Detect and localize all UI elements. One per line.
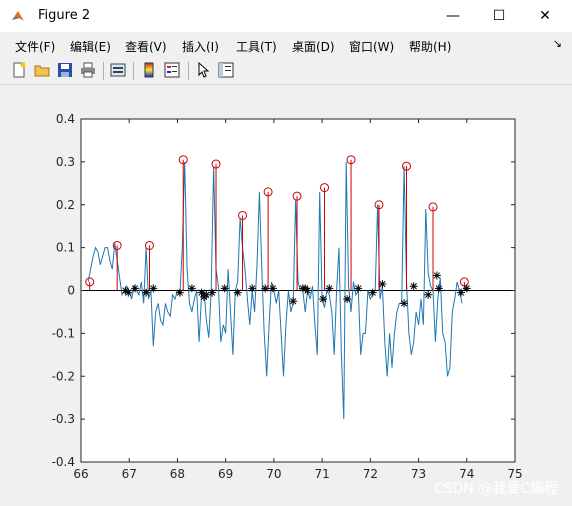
legend-icon[interactable] — [164, 62, 180, 78]
x-tick-label: 73 — [411, 467, 426, 481]
x-tick-label: 69 — [218, 467, 233, 481]
valley-marker — [354, 284, 363, 293]
minimize-button[interactable]: — — [430, 0, 476, 32]
menu-desktop[interactable]: 桌面(D) — [292, 38, 335, 55]
pointer-icon[interactable] — [196, 62, 212, 78]
figure-window: Figure 2 — ☐ ✕ 文件(F) 编辑(E) 查看(V) 插入(I) 工… — [0, 0, 572, 506]
toolbar-separator — [133, 62, 134, 80]
valley-marker — [325, 284, 334, 293]
y-tick-label: -0.1 — [52, 326, 75, 340]
maximize-icon: ☐ — [492, 8, 506, 24]
property-editor-icon[interactable] — [218, 62, 234, 78]
print-icon[interactable] — [80, 62, 96, 78]
toolbar-separator — [188, 62, 189, 80]
valley-marker — [261, 284, 270, 293]
watermark: CSDN @我爱C编程 — [433, 481, 558, 497]
x-tick-label: 66 — [73, 467, 88, 481]
menu-bar: 文件(F) 编辑(E) 查看(V) 插入(I) 工具(T) 桌面(D) 窗口(W… — [0, 33, 572, 57]
open-file-icon[interactable] — [34, 62, 50, 78]
x-tick-label: 70 — [266, 467, 281, 481]
y-tick-label: 0.3 — [56, 155, 75, 169]
valley-marker — [400, 299, 409, 308]
valley-marker — [368, 288, 377, 297]
close-button[interactable]: ✕ — [522, 0, 568, 32]
menu-help[interactable]: 帮助(H) — [409, 38, 451, 55]
valley-marker — [289, 297, 298, 306]
maximize-button[interactable]: ☐ — [476, 0, 522, 32]
menu-view[interactable]: 查看(V) — [125, 38, 167, 55]
valley-marker — [208, 288, 217, 297]
y-tick-label: 0.2 — [56, 198, 75, 212]
menu-edit[interactable]: 编辑(E) — [70, 38, 111, 55]
valley-marker — [456, 288, 465, 297]
matlab-logo-icon — [12, 11, 24, 21]
valley-marker — [434, 284, 443, 293]
menu-insert[interactable]: 插入(I) — [182, 38, 219, 55]
valley-marker — [319, 295, 328, 304]
menu-tools[interactable]: 工具(T) — [236, 38, 277, 55]
valley-marker — [432, 271, 441, 280]
x-tick-label: 67 — [122, 467, 137, 481]
y-tick-label: 0.1 — [56, 241, 75, 255]
valley-marker — [220, 284, 229, 293]
toolbar-separator — [103, 62, 104, 80]
menu-overflow-icon[interactable]: ↘ — [553, 37, 562, 50]
close-icon: ✕ — [539, 8, 551, 24]
print-preview-icon[interactable] — [110, 62, 126, 78]
figure-canvas[interactable]: 66 67 68 69 70 71 72 73 74 75 -0.4 -0.3 -0.2 -0.1 0 0.1… — [8, 86, 572, 506]
x-tick-label: 71 — [314, 467, 329, 481]
x-tick-label: 72 — [363, 467, 378, 481]
figure-toolbar — [0, 58, 572, 85]
menu-file[interactable]: 文件(F) — [15, 38, 55, 55]
y-tick-label: 0 — [67, 284, 75, 298]
valley-marker — [343, 295, 352, 304]
window-title: Figure 2 — [38, 8, 91, 23]
valley-marker — [378, 280, 387, 289]
valley-marker — [409, 282, 418, 291]
valley-marker — [268, 284, 277, 293]
y-tick-label: -0.4 — [52, 455, 75, 469]
valley-marker — [303, 286, 312, 295]
title-bar[interactable]: Figure 2 — ☐ ✕ — [0, 0, 572, 32]
colorbar-icon[interactable] — [141, 62, 157, 78]
plot-svg[interactable]: 66 67 68 69 70 71 72 73 74 75-0.4-0.3-0.2-0.100.1… — [8, 86, 572, 506]
x-tick-label: 68 — [170, 467, 185, 481]
valley-marker — [462, 284, 471, 293]
save-icon[interactable] — [57, 62, 73, 78]
valley-marker — [202, 290, 211, 299]
y-tick-label: 0.4 — [56, 112, 75, 126]
y-tick-label: -0.2 — [52, 369, 75, 383]
menu-window[interactable]: 窗口(W) — [349, 38, 394, 55]
valley-marker — [424, 290, 433, 299]
new-figure-icon[interactable] — [11, 62, 27, 78]
y-tick-label: -0.3 — [52, 412, 75, 426]
minimize-icon: — — [446, 8, 460, 24]
